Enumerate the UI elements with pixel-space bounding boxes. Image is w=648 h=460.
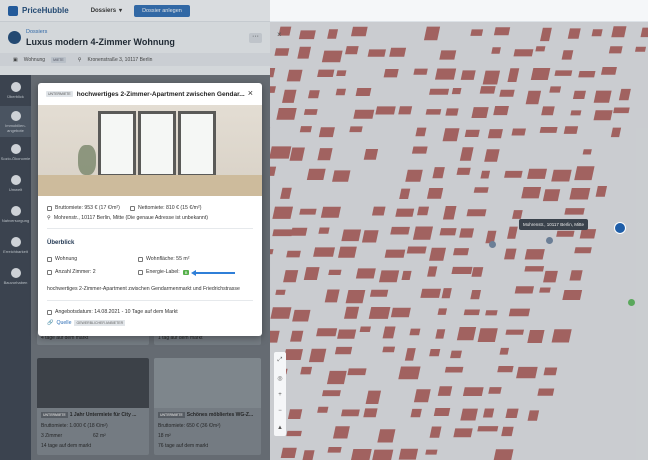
energy-label-badge: B: [182, 269, 190, 275]
map-pin-icon[interactable]: [489, 241, 496, 248]
rooms-row: Anzahl Zimmer: 2: [47, 269, 96, 275]
map-close-icon[interactable]: ×: [277, 30, 282, 39]
location-pin-icon: ⚲: [47, 215, 51, 221]
offer-date-row: Angebotsdatum: 14.08.2021 - 10 Tage auf …: [47, 309, 178, 315]
modal-title: hochwertiges 2-Zimmer-Apartment zwischen…: [76, 90, 245, 98]
annotation-arrow-head-icon: [191, 270, 196, 276]
description: hochwertiges 2-Zimmer-Apartment zwischen…: [47, 286, 240, 292]
living-area-row: Wohnfläche: 55 m²: [138, 256, 189, 262]
living-area: Wohnfläche: 55 m²: [146, 256, 190, 262]
source-link[interactable]: Quelle: [56, 320, 71, 326]
divider: [47, 228, 253, 229]
rooms-icon: [47, 269, 52, 275]
photo-floor: [38, 175, 262, 196]
locate-icon[interactable]: ◎: [277, 375, 282, 382]
map-overlay: [270, 22, 648, 460]
photo-window: [138, 111, 176, 177]
listing-detail-modal: UNTERMIETE hochwertiges 2-Zimmer-Apartme…: [38, 83, 262, 336]
offer-date: Angebotsdatum: 14.08.2021 - 10 Tage auf …: [55, 309, 178, 315]
modal-header: UNTERMIETE hochwertiges 2-Zimmer-Apartme…: [38, 83, 262, 105]
divider: [47, 300, 253, 301]
map[interactable]: [270, 22, 648, 460]
energy-label-row: Energie-Label: B: [138, 269, 190, 275]
energy-label-text: Energie-Label:: [146, 269, 180, 275]
net-rent: Nettomiete: 810 € (15 €/m²): [138, 205, 202, 211]
property-type: Wohnung: [55, 256, 78, 262]
address-row: ⚲ Mohrenstr., 10117 Berlin, Mitte (Die ge…: [47, 215, 208, 221]
area-icon: [138, 256, 143, 262]
map-selected-pin-icon[interactable]: [614, 222, 626, 234]
link-icon: 🔗: [47, 320, 54, 326]
net-rent-row: Nettomiete: 810 € (15 €/m²): [130, 205, 201, 211]
energy-icon: [138, 269, 143, 275]
listing-address: Mohrenstr., 10117 Berlin, Mitte (Die gen…: [53, 215, 208, 221]
fullscreen-icon[interactable]: ⤢: [278, 357, 283, 364]
annotation-arrow: [195, 272, 235, 274]
close-icon[interactable]: ×: [248, 88, 253, 98]
map-pin-icon[interactable]: [628, 299, 635, 306]
gross-rent: Bruttomiete: 953 € (17 €/m²): [55, 205, 120, 211]
overview-heading: Überblick: [47, 240, 75, 246]
money-icon: [47, 205, 52, 211]
zoom-in-button[interactable]: +: [278, 392, 282, 398]
photo-tree: [78, 145, 96, 175]
photo-window: [98, 111, 136, 177]
gross-rent-row: Bruttomiete: 953 € (17 €/m²): [47, 205, 120, 211]
zoom-out-button[interactable]: −: [278, 408, 282, 414]
listing-photo[interactable]: [38, 105, 262, 196]
money-icon: [130, 205, 135, 211]
map-pin-icon[interactable]: [546, 237, 553, 244]
calendar-icon: [47, 309, 52, 315]
source-badge: GEWERBLICHER ANBIETER: [74, 320, 126, 326]
compass-icon[interactable]: ▲: [277, 425, 283, 431]
listing-badge: UNTERMIETE: [46, 91, 73, 97]
room-count: Anzahl Zimmer: 2: [55, 269, 96, 275]
home-icon: [47, 256, 52, 262]
map-tooltip: Mohrenstr., 10117 Berlin, Mitte: [519, 219, 588, 230]
source-row: 🔗 Quelle GEWERBLICHER ANBIETER: [47, 320, 126, 326]
type-row: Wohnung: [47, 256, 77, 262]
photo-window: [178, 111, 216, 177]
map-controls: ⤢ ◎ + − ▲: [274, 352, 286, 436]
